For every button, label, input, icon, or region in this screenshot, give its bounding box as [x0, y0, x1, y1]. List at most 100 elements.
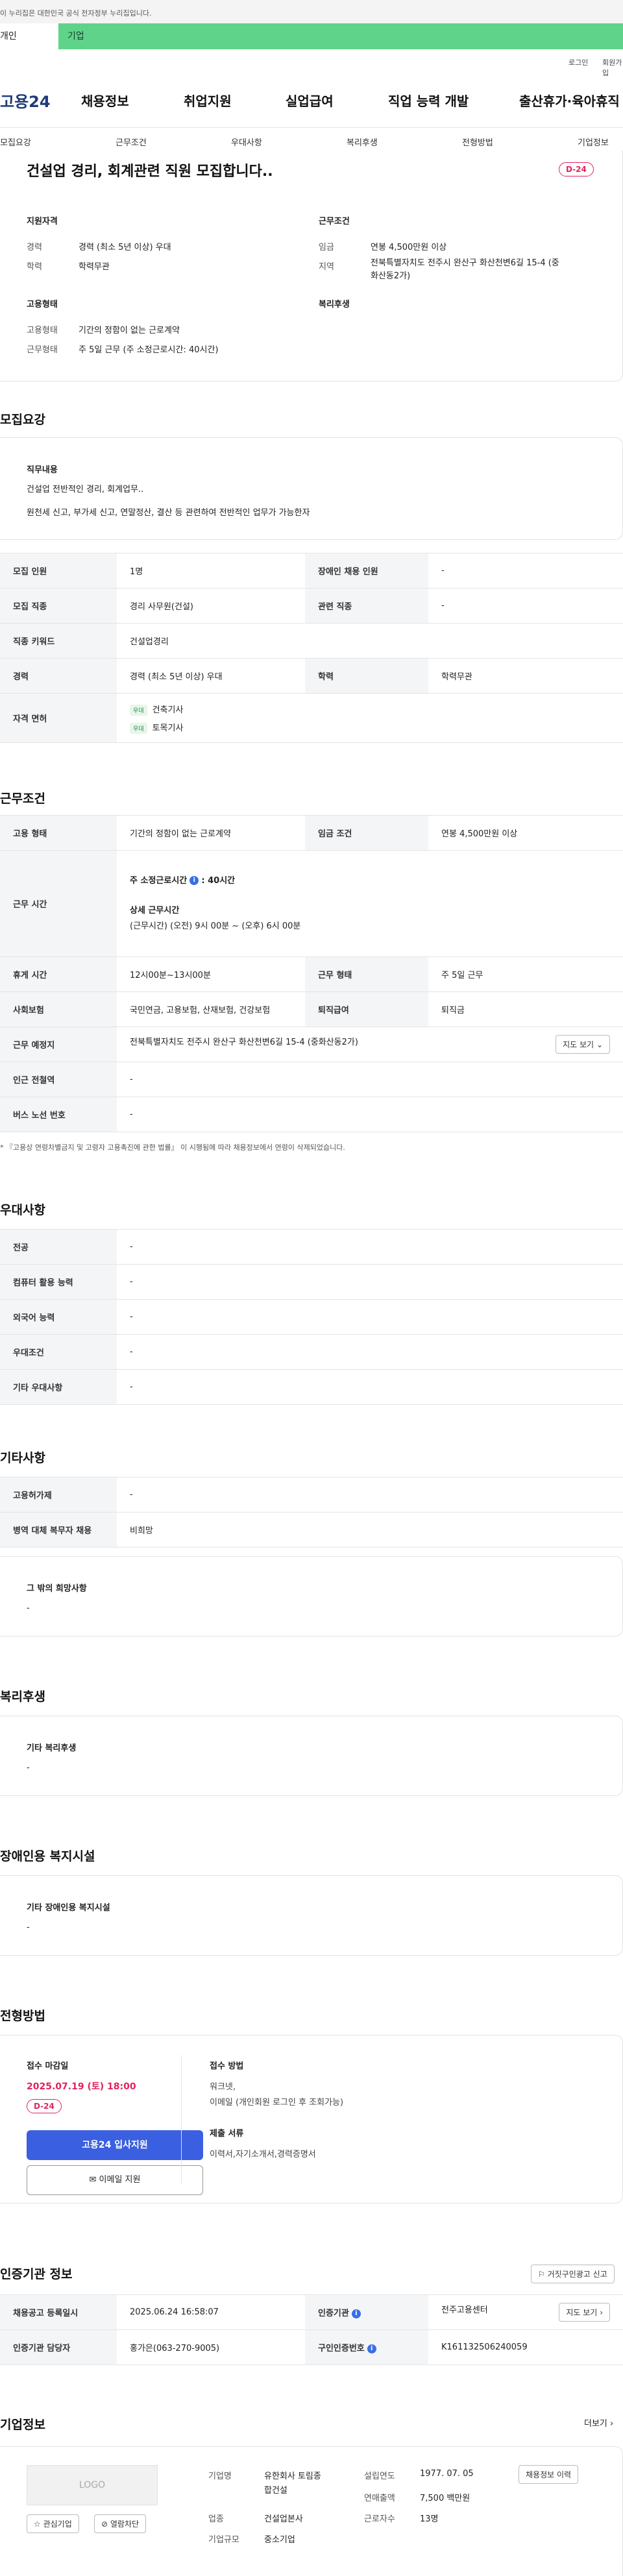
work-table: 고용 형태 기간의 정함이 없는 근로계약 임금 조건 연봉 4,500만원 이… — [0, 815, 623, 1132]
snb-preference[interactable]: 우대사항 — [231, 136, 262, 148]
snb-welfare[interactable]: 복리후생 — [347, 136, 378, 148]
table-row: 근무 예정지 전북특별자치도 전주시 완산구 화산천변6길 15-4 (중화산동… — [0, 1027, 623, 1062]
snb-work[interactable]: 근무조건 — [116, 136, 147, 148]
language-label: 외국어 능력 — [0, 1299, 117, 1335]
edu-label: 학력 — [27, 262, 42, 272]
rest-label: 휴게 시간 — [0, 956, 117, 992]
welfare-card: 기타 복리후생 - — [0, 1716, 623, 1796]
login-link[interactable]: 로그인 — [568, 57, 588, 67]
rest-value: 12시00분~13시00분 — [117, 956, 305, 992]
license-item: 우대 건축기사 — [130, 703, 610, 716]
deadline-value: 2025.07.19 (토) 18:00 — [27, 2082, 136, 2092]
mgr-label: 인증기관 담당자 — [0, 2329, 117, 2365]
nav-maternity-leave[interactable]: 출산휴가·육아휴직 — [519, 91, 620, 110]
divider — [181, 2055, 182, 2185]
table-row: 외국어 능력 - — [0, 1299, 623, 1335]
edu-value: 학력무관 — [428, 658, 623, 694]
snb-company[interactable]: 기업정보 — [578, 136, 609, 148]
logo[interactable]: 고용24 — [0, 89, 51, 112]
apply-button[interactable]: 고용24 입사지원 — [27, 2130, 203, 2160]
org-label-cell: 인증기관 i — [305, 2294, 428, 2330]
edu-value: 학력무관 — [79, 262, 110, 272]
major-value: - — [117, 1229, 623, 1265]
emp-value: 기간의 정함이 없는 근로계약 — [117, 815, 305, 851]
company-name-2: 합건설 — [264, 2486, 287, 2496]
edu-label: 학력 — [305, 658, 428, 694]
snb-recruit[interactable]: 모집요강 — [0, 136, 31, 148]
duty-card: 직무내용 건설업 전반적인 경리, 회계업무.. 원천세 신고, 부가세 신고,… — [0, 437, 623, 540]
table-row: 모집 직종 경리 사무원(건설) 관련 직종 - — [0, 588, 623, 624]
computer-label: 컴퓨터 활용 능력 — [0, 1264, 117, 1300]
org-label: 인증기관 — [318, 2309, 349, 2318]
etc-table: 고용허가제 - 병역 대체 복무자 채용 비희망 — [0, 1477, 623, 1548]
wish-card: 그 밖의 희망사항 - — [0, 1556, 623, 1636]
job-label: 모집 직종 — [0, 588, 117, 624]
facility-etc-heading: 기타 장애인용 복지시설 — [27, 1903, 110, 1913]
table-row: 우대조건 - — [0, 1334, 623, 1370]
license-name: 건축기사 — [152, 705, 184, 715]
nav-unemployment-benefit[interactable]: 실업급여 — [286, 91, 334, 110]
recruit-table: 모집 인원 1명 장애인 채용 인원 - 모집 직종 경리 사무원(건설) 관련… — [0, 553, 623, 743]
snb-process[interactable]: 전형방법 — [462, 136, 493, 148]
block-button[interactable]: ⊘ 열람차단 — [94, 2514, 147, 2533]
company-logo: LOGO — [27, 2465, 158, 2505]
info-icon[interactable]: i — [351, 2309, 361, 2318]
nav-jobs[interactable]: 채용정보 — [81, 91, 129, 110]
docs-value: 이력서,자기소개서,경력증명서 — [210, 2150, 316, 2159]
career-label: 경력 — [0, 658, 117, 694]
table-row: 컴퓨터 활용 능력 - — [0, 1264, 623, 1300]
duty-line-1: 건설업 전반적인 경리, 회계업무.. — [27, 485, 144, 494]
detail-hours-value: (근무시간) (오전) 9시 00분 ~ (오후) 6시 00분 — [130, 921, 301, 931]
tab-personal[interactable]: 개인 — [0, 23, 58, 49]
duty-heading: 직무내용 — [27, 465, 58, 475]
table-row: 경력 경력 (최소 5년 이상) 우대 학력 학력무관 — [0, 658, 623, 694]
agency-heading: 인증기관 정보 — [0, 2267, 73, 2281]
insurance-label: 사회보험 — [0, 991, 117, 1027]
history-button[interactable]: 채용정보 이력 — [519, 2465, 579, 2484]
facility-heading: 장애인용 복지시설 — [0, 1849, 95, 1864]
wish-heading: 그 밖의 희망사항 — [27, 1584, 87, 1594]
insurance-value: 국민연금, 고용보험, 산재보험, 건강보험 — [117, 991, 305, 1027]
info-icon[interactable]: i — [367, 2344, 376, 2353]
favorite-button[interactable]: ☆ 관심기업 — [27, 2514, 79, 2533]
star-icon: ☆ — [34, 2520, 41, 2529]
station-label: 인근 전철역 — [0, 1062, 117, 1097]
table-row: 인근 전철역 - — [0, 1062, 623, 1097]
table-row: 근무 시간 주 소정근로시간 i : 40시간 상세 근무시간 (근무시간) (오… — [0, 850, 623, 957]
tab-company[interactable]: 기업 — [58, 23, 623, 49]
map-button[interactable]: 지도 보기 ⌄ — [556, 1035, 610, 1054]
count-label: 모집 인원 — [0, 553, 117, 589]
sales-label: 연매출액 — [364, 2494, 395, 2503]
wish-value: - — [27, 1603, 30, 1613]
report-button[interactable]: ⚐ 거짓구인광고 신고 — [531, 2265, 615, 2283]
email-apply-button[interactable]: ✉ 이메일 지원 — [27, 2165, 203, 2195]
emp-heading: 고용형태 — [27, 300, 58, 310]
license-item: 우대 토목기사 — [130, 721, 610, 734]
age-notice: * 『고용상 연령차별금지 및 고령자 고용촉진에 관한 법률』 이 시행됨에 … — [0, 1143, 345, 1152]
work-heading: 근무조건 — [0, 792, 45, 806]
nav-employment-support[interactable]: 취업지원 — [184, 91, 232, 110]
agency-map-button[interactable]: 지도 보기 › — [559, 2303, 610, 2322]
join-link[interactable]: 회원가입 — [602, 57, 623, 78]
area-value-1: 전북특별자치도 전주시 완산구 화산천변6길 15-4 (중 — [371, 258, 559, 268]
est-label: 설립연도 — [364, 2472, 395, 2481]
more-link[interactable]: 더보기 › — [584, 2416, 613, 2429]
table-row: 버스 노선 번호 - — [0, 1097, 623, 1132]
qual-heading: 지원자격 — [27, 217, 58, 226]
industry-value: 건설업본사 — [264, 2514, 303, 2524]
emp-label: 고용 형태 — [0, 815, 117, 851]
mgr-value: 홍가은(063-270-9005) — [117, 2329, 305, 2365]
place-cell: 전북특별자치도 전주시 완산구 화산천변6길 15-4 (중화산동2가) 지도 … — [117, 1027, 623, 1062]
deadline-heading: 접수 마감일 — [27, 2061, 69, 2071]
nav-vocational-training[interactable]: 직업 능력 개발 — [388, 91, 469, 110]
welfare-etc-heading: 기타 복리후생 — [27, 1744, 77, 1753]
computer-value: - — [117, 1264, 623, 1300]
keyword-value: 건설업경리 — [117, 623, 623, 659]
etc-heading: 기타사항 — [0, 1451, 45, 1465]
org-value: 전주고용센터 — [441, 2305, 488, 2315]
info-icon[interactable]: i — [189, 876, 199, 885]
wage-value: 연봉 4,500만원 이상 — [371, 243, 447, 252]
severance-value: 퇴직금 — [428, 991, 623, 1027]
work-form-value: 주 5일 근무 (주 소정근로시간: 40시간) — [79, 345, 219, 355]
block-icon: ⊘ — [101, 2520, 108, 2529]
